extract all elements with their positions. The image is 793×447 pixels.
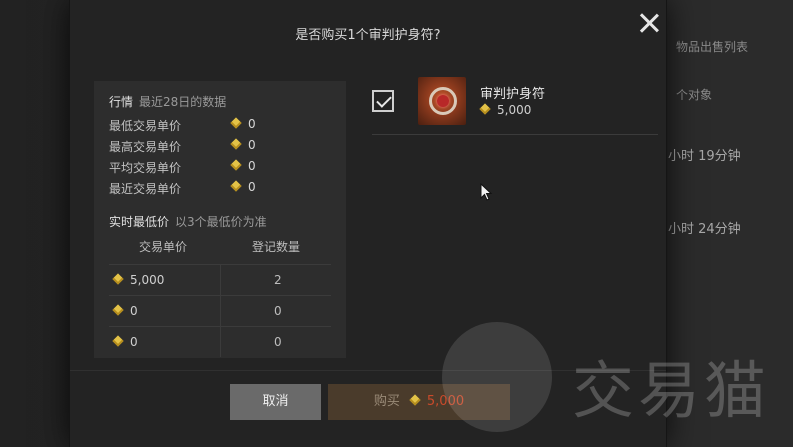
table-header-price: 交易单价 [139,240,188,254]
market-row-label: 最低交易单价 [109,119,182,133]
amulet-icon [418,77,466,125]
dialog-title: 是否购买1个审判护身符? [295,28,441,43]
close-icon[interactable] [636,10,662,36]
market-row-value: 0 [231,138,256,152]
silver-gem-icon [113,336,124,347]
table-cell-price: 0 [113,304,138,318]
market-header-sub: 最近28日的数据 [139,95,227,109]
market-row-label: 最高交易单价 [109,140,182,154]
watermark-cat-icon [442,322,552,432]
item-row: 审判护身符 5,000 [372,76,658,135]
table-divider [220,265,221,295]
market-header-label: 行情 [109,95,134,109]
table-cell-qty: 2 [274,273,282,287]
table-divider [220,327,221,357]
mouse-cursor-icon [480,183,493,201]
table-row: 0 0 [109,295,331,326]
table-row: 5,000 2 [109,264,331,295]
table-cell-price: 5,000 [113,273,164,287]
silver-gem-icon [231,139,242,150]
background-label: 物品出售列表 [676,40,749,54]
silver-gem-icon [410,395,421,406]
background-label: 个对象 [676,88,713,102]
table-row: 0 0 [109,326,331,357]
table-divider [220,296,221,326]
amulet-gem [437,95,449,107]
table-cell-price: 0 [113,335,138,349]
table-header-qty: 登记数量 [252,240,301,254]
table-cell-qty: 0 [274,335,282,349]
silver-gem-icon [113,305,124,316]
table-cell-qty: 0 [274,304,282,318]
silver-gem-icon [480,104,491,115]
market-row-label: 最近交易单价 [109,182,182,196]
market-info-panel: 行情 最近28日的数据 最低交易单价 0 最高交易单价 0 平均交易单价 0 最近… [94,81,346,358]
cancel-button[interactable]: 取消 [230,384,321,420]
market-row-value: 0 [231,180,256,194]
silver-gem-icon [113,274,124,285]
item-name: 审判护身符 [480,87,546,102]
realtime-title: 实时最低价 [109,215,170,229]
watermark-text: 交易猫 [572,354,771,427]
background-label: 小时 19分钟 [668,149,741,164]
silver-gem-icon [231,181,242,192]
silver-gem-icon [231,118,242,129]
item-checkbox[interactable] [372,90,394,112]
silver-gem-icon [231,160,242,171]
realtime-sub: 以3个最低价为准 [175,215,267,229]
market-header: 行情 最近28日的数据 [109,93,226,110]
realtime-header: 实时最低价 以3个最低价为准 [109,213,267,230]
market-row-value: 0 [231,117,256,131]
market-row-label: 平均交易单价 [109,161,182,175]
background-label: 小时 24分钟 [668,222,741,237]
buy-button-label: 购买 [373,394,400,409]
market-row-value: 0 [231,159,256,173]
item-price: 5,000 [480,103,531,117]
